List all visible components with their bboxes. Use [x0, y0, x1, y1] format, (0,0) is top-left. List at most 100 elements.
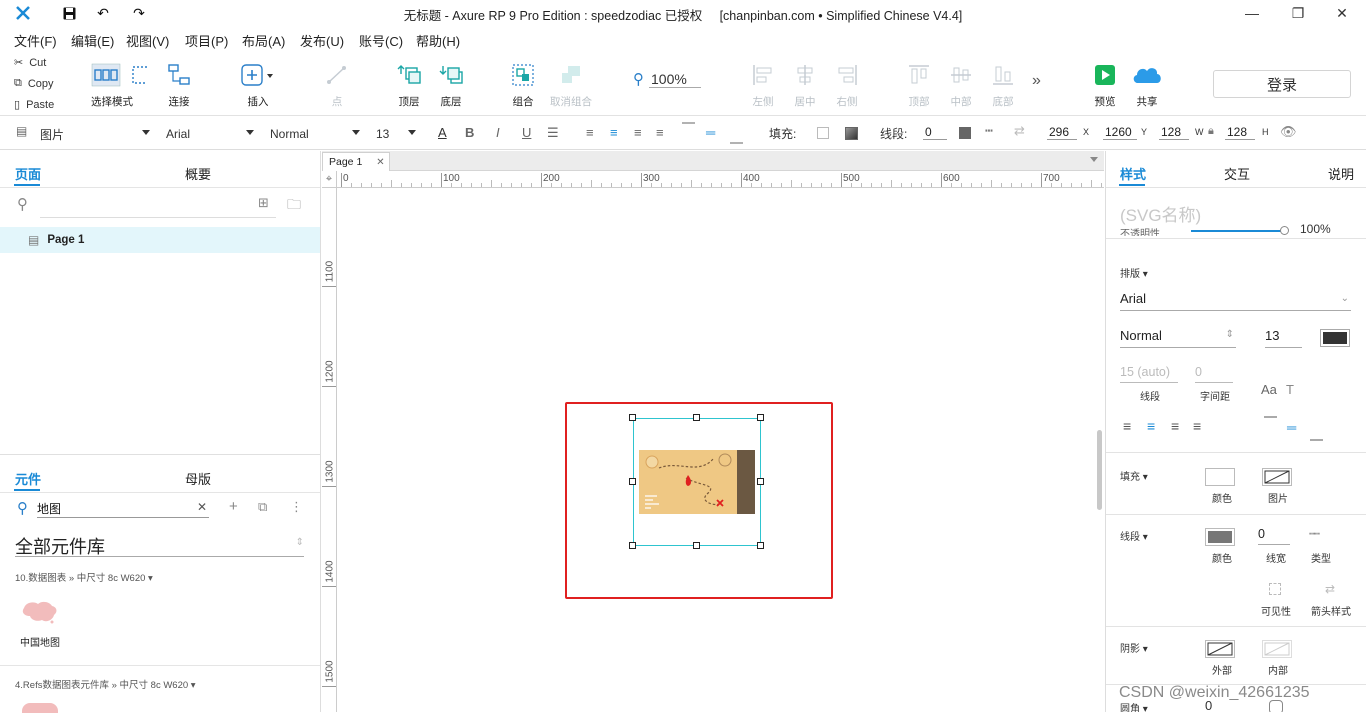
page-search-input[interactable] — [40, 217, 276, 218]
opacity-value[interactable]: 100% — [1300, 222, 1348, 236]
valign-bottom-text-icon[interactable]: ⎽ — [1310, 426, 1323, 442]
ungroup-button[interactable]: 取消组合 — [541, 62, 601, 109]
char-spacing-input[interactable]: 0 — [1195, 365, 1233, 383]
stroke-pattern-icon[interactable]: ┅ — [985, 123, 993, 139]
menu-project[interactable]: 项目(P) — [185, 31, 228, 50]
send-to-back-button[interactable]: 底层 — [421, 62, 481, 109]
lock-icon[interactable]: 🔒︎ — [1208, 125, 1214, 138]
add-folder-icon[interactable]: 🗀︎ — [287, 194, 301, 218]
text-align-right-icon[interactable]: ≡ — [634, 125, 642, 140]
valign-middle-icon[interactable]: ═ — [706, 125, 715, 140]
select-mode-button[interactable]: 选择模式 — [84, 62, 154, 109]
align-bottom-button[interactable]: 底部 — [973, 62, 1033, 109]
zoom-control[interactable]: ⚲ 100% — [633, 70, 701, 88]
fill-image-swatch[interactable] — [1262, 468, 1292, 486]
tab-style[interactable]: 样式 — [1120, 164, 1146, 183]
resize-handle[interactable] — [693, 414, 700, 421]
stroke-width-input[interactable]: 0 — [1258, 527, 1290, 545]
align-center-text-icon[interactable]: ≡ — [1147, 418, 1155, 434]
outer-shadow-swatch[interactable] — [1205, 640, 1235, 658]
text-align-left-icon[interactable]: ≡ — [586, 125, 594, 140]
login-button[interactable]: 登录 — [1213, 70, 1351, 98]
fill-color-swatch[interactable] — [1205, 468, 1235, 486]
zoom-value[interactable]: 100% — [649, 71, 701, 88]
stroke-width-input[interactable]: 0 — [923, 125, 947, 140]
visibility-icon[interactable] — [1269, 583, 1281, 595]
y-input[interactable]: 1260 — [1103, 125, 1137, 140]
canvas-scrollbar[interactable] — [1097, 430, 1102, 510]
resize-handle[interactable] — [757, 478, 764, 485]
add-page-icon[interactable]: ⊞ — [258, 195, 269, 211]
line-spacing-input[interactable]: 15 (auto) — [1120, 365, 1178, 383]
fill-gradient-swatch[interactable] — [845, 127, 858, 140]
connect-button[interactable]: 连接 — [149, 62, 209, 109]
stroke-color-swatch[interactable] — [1205, 528, 1235, 546]
stroke-section-label[interactable]: 线段 ▾ — [1120, 528, 1148, 543]
opacity-slider[interactable] — [1191, 230, 1286, 232]
add-library-icon[interactable]: + — [229, 498, 238, 515]
point-button[interactable]: 点 — [307, 62, 367, 109]
resize-handle[interactable] — [629, 414, 636, 421]
font-size-dropdown[interactable]: 13 — [376, 124, 416, 144]
share-button[interactable]: 共享 — [1117, 62, 1177, 109]
fill-color-swatch[interactable] — [817, 127, 829, 139]
font-size-input[interactable]: 13 — [1265, 328, 1302, 348]
width-input[interactable]: 128 — [1159, 125, 1189, 140]
text-justify-icon[interactable]: ≡ — [656, 125, 664, 140]
close-tab-icon[interactable]: ✕ — [376, 157, 384, 168]
tab-outline[interactable]: 概要 — [185, 164, 211, 183]
align-right-button[interactable]: 右侧 — [817, 62, 877, 109]
widget-type-dropdown[interactable]: 图片 — [40, 124, 150, 144]
font-weight-dropdown[interactable]: Normal — [270, 124, 360, 144]
copy-button[interactable]: ⧉ Copy — [14, 77, 54, 90]
design-canvas[interactable] — [338, 189, 1098, 712]
shadow-section-label[interactable]: 阴影 ▾ — [1120, 640, 1148, 655]
resize-handle[interactable] — [757, 414, 764, 421]
resize-handle[interactable] — [629, 478, 636, 485]
tab-notes[interactable]: 说明 — [1328, 164, 1354, 183]
stroke-color-swatch[interactable] — [959, 127, 971, 139]
height-input[interactable]: 128 — [1225, 125, 1255, 140]
font-family-dropdown[interactable]: Arial — [166, 124, 254, 144]
underline-icon[interactable]: U — [522, 125, 531, 140]
search-icon[interactable]: ⚲ — [17, 195, 28, 213]
bullet-list-icon[interactable]: ☰ — [547, 125, 559, 141]
inner-shadow-swatch[interactable] — [1262, 640, 1292, 658]
stroke-type-icon[interactable]: ┅┅ — [1309, 529, 1320, 540]
valign-top-text-icon[interactable]: ⎺ — [1264, 415, 1277, 431]
tab-widgets[interactable]: 元件 — [15, 469, 41, 488]
library-select[interactable]: 全部元件库 ⇕ — [15, 533, 304, 557]
tab-masters[interactable]: 母版 — [185, 469, 211, 488]
arrow-style-icon[interactable]: ⇄ — [1325, 582, 1335, 596]
library-manager-icon[interactable]: ⧉ — [258, 499, 267, 515]
insert-button[interactable]: 插入 — [228, 62, 288, 109]
clear-search-icon[interactable]: ✕ — [197, 500, 207, 514]
tab-menu-caret-icon[interactable] — [1090, 157, 1098, 162]
page-tab[interactable]: Page 1 ✕ — [322, 152, 390, 171]
opacity-slider-thumb[interactable] — [1280, 226, 1289, 235]
font-color-icon[interactable]: A — [438, 125, 447, 140]
x-input[interactable]: 296 — [1047, 125, 1077, 140]
bold-icon[interactable]: B — [465, 125, 474, 140]
menu-edit[interactable]: 编辑(E) — [71, 31, 114, 50]
typography-section-label[interactable]: 排版 ▾ — [1120, 265, 1148, 280]
close-button[interactable]: ✕ — [1320, 0, 1364, 26]
more-options-icon[interactable]: ⋮ — [290, 499, 303, 515]
align-left-text-icon[interactable]: ≡ — [1123, 418, 1131, 434]
china-map-thumbnail-icon[interactable] — [18, 598, 60, 626]
maximize-button[interactable]: ❐ — [1276, 0, 1320, 26]
arrow-style-icon[interactable]: ⇄ — [1014, 123, 1025, 139]
tab-pages[interactable]: 页面 — [15, 164, 41, 183]
resize-handle[interactable] — [693, 542, 700, 549]
library-caption[interactable]: 10.数据图表 » 中尺寸 8c W620 ▾ — [15, 570, 153, 584]
widget-search-input[interactable]: 地图 — [37, 500, 209, 518]
more-chevron-icon[interactable]: » — [1032, 72, 1041, 90]
align-right-text-icon[interactable]: ≡ — [1171, 418, 1179, 434]
text-align-center-icon[interactable]: ≡ — [610, 125, 618, 140]
tab-interaction[interactable]: 交互 — [1224, 164, 1250, 183]
paste-button[interactable]: ▯ Paste — [14, 98, 54, 112]
fill-section-label[interactable]: 填充 ▾ — [1120, 468, 1148, 483]
resize-handle[interactable] — [757, 542, 764, 549]
text-case-icon[interactable]: Aa — [1261, 382, 1277, 397]
text-shadow-icon[interactable]: T — [1286, 382, 1294, 397]
